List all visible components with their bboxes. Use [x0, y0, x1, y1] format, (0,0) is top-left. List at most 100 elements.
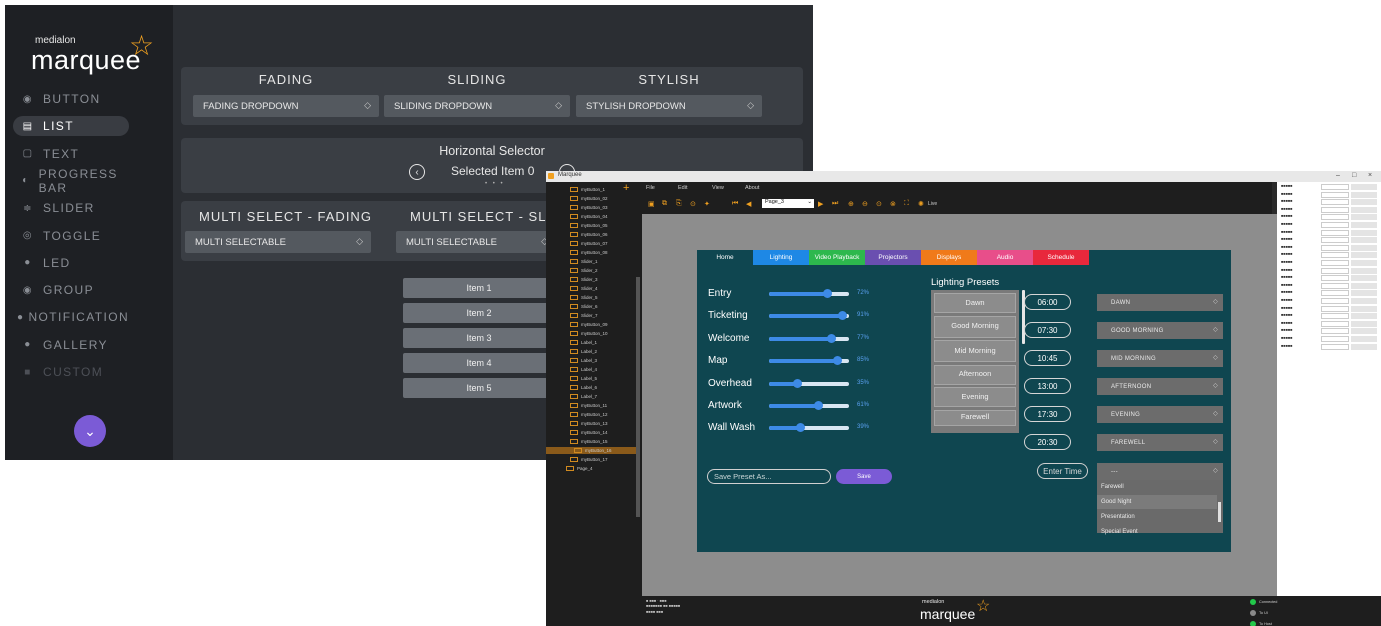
enter-time-input[interactable]: Enter Time: [1037, 463, 1088, 479]
copy-icon[interactable]: ⧉: [662, 200, 667, 208]
preset-button[interactable]: Mid Morning: [934, 340, 1016, 362]
slider-knob[interactable]: [833, 356, 842, 366]
schedule-preset-dropdown[interactable]: MID MORNING ◇: [1097, 350, 1223, 367]
binoculars-icon[interactable]: ⊙: [690, 200, 696, 208]
tree-item[interactable]: Label_2: [570, 348, 597, 355]
zoom-fit-icon[interactable]: ⊙: [876, 200, 882, 208]
chevron-left-icon[interactable]: ‹: [409, 164, 425, 180]
tree-item[interactable]: myButton_02: [570, 195, 608, 202]
multi-select-dropdown[interactable]: MULTI SELECTABLE ◇: [185, 231, 371, 253]
property-value[interactable]: [1321, 206, 1349, 213]
tree-item[interactable]: myButton_15: [570, 438, 608, 445]
tree-item[interactable]: myButton_10: [570, 330, 608, 337]
last-page-icon[interactable]: ⏭: [832, 200, 838, 208]
slider-knob[interactable]: [837, 311, 847, 321]
maximize-icon[interactable]: □: [1352, 172, 1356, 179]
property-value[interactable]: [1321, 214, 1349, 221]
tab-audio[interactable]: Audio: [977, 250, 1033, 265]
nav-item-text[interactable]: ▢ TEXT: [13, 144, 129, 164]
next-page-icon[interactable]: ▶: [818, 200, 823, 208]
schedule-time[interactable]: 10:45: [1024, 350, 1071, 366]
property-value[interactable]: [1321, 260, 1349, 266]
slider-track[interactable]: [769, 311, 849, 321]
prev-page-icon[interactable]: ◀: [746, 200, 751, 208]
nav-item-notification[interactable]: ● NOTIFICATION: [13, 307, 129, 327]
property-value[interactable]: [1321, 222, 1349, 228]
property-value[interactable]: [1321, 320, 1349, 327]
slider-track[interactable]: [769, 401, 849, 410]
slider-knob[interactable]: [813, 401, 823, 410]
dropdown-stylish[interactable]: STYLISH DROPDOWN ◇: [576, 95, 762, 117]
property-value[interactable]: [1321, 184, 1349, 190]
menu-item-edit[interactable]: Edit: [678, 185, 687, 191]
zoom-out-icon[interactable]: ⊖: [862, 200, 868, 208]
list-item[interactable]: Item 2: [403, 303, 555, 323]
preset-button[interactable]: Dawn: [934, 293, 1016, 313]
dropdown-option[interactable]: Special Event: [1097, 525, 1217, 539]
tree-item[interactable]: myButton_1: [570, 186, 605, 193]
tree-item[interactable]: myButton_04: [570, 213, 608, 220]
schedule-preset-dropdown[interactable]: GOOD MORNING ◇: [1097, 322, 1223, 339]
page-select[interactable]: Page_3 ⌄: [762, 199, 814, 208]
live-icon[interactable]: ✺: [918, 200, 924, 208]
save-preset-input[interactable]: Save Preset As...: [707, 469, 831, 484]
tree-item[interactable]: myButton_17: [570, 456, 608, 463]
dropdown-option[interactable]: Good Night: [1097, 495, 1217, 509]
preset-button[interactable]: Good Morning: [934, 315, 1016, 338]
slider-track[interactable]: [769, 289, 849, 298]
schedule-preset-dropdown[interactable]: AFTERNOON ◇: [1097, 378, 1223, 395]
schedule-dropdown-open[interactable]: --- ◇: [1097, 463, 1223, 480]
schedule-preset-dropdown[interactable]: FAREWELL ◇: [1097, 434, 1223, 451]
wand-icon[interactable]: ✦: [704, 200, 710, 208]
slider-track[interactable]: [769, 423, 849, 433]
zoom-reset-icon[interactable]: ⊗: [890, 200, 896, 208]
schedule-preset-dropdown[interactable]: DAWN ◇: [1097, 294, 1223, 311]
dropdown-option[interactable]: Farewell: [1097, 480, 1217, 494]
tree-item[interactable]: Label_6: [570, 384, 597, 391]
menu-item-file[interactable]: File: [646, 185, 655, 191]
property-value[interactable]: [1321, 336, 1349, 342]
property-value[interactable]: [1321, 191, 1349, 198]
property-value[interactable]: [1321, 275, 1349, 282]
tree-item[interactable]: Label_1: [570, 339, 597, 346]
tab-video-playback[interactable]: Video Playback: [809, 250, 865, 265]
nav-item-toggle[interactable]: ◎ TOGGLE: [13, 226, 129, 246]
dropdown-sliding[interactable]: SLIDING DROPDOWN ◇: [384, 95, 570, 117]
tree-item[interactable]: myButton_12: [570, 411, 608, 418]
nav-item-slider[interactable]: ≑ SLIDER: [13, 198, 129, 218]
tree-item[interactable]: Slider_1: [570, 258, 598, 265]
dropdown-fading[interactable]: FADING DROPDOWN ◇: [193, 95, 379, 117]
schedule-time[interactable]: 20:30: [1024, 434, 1071, 450]
nav-item-led[interactable]: ● LED: [13, 253, 129, 273]
tree-item[interactable]: myButton_13: [570, 420, 608, 427]
menu-item-about[interactable]: About: [745, 185, 759, 191]
tree-item[interactable]: myButton_14: [570, 429, 608, 436]
preset-button[interactable]: Evening: [934, 387, 1016, 407]
schedule-time[interactable]: 17:30: [1024, 406, 1071, 422]
tree-item[interactable]: myButton_03: [570, 204, 608, 211]
schedule-preset-dropdown[interactable]: EVENING ◇: [1097, 406, 1223, 423]
add-icon[interactable]: +: [623, 182, 629, 194]
fullscreen-icon[interactable]: ⛶: [904, 200, 909, 208]
slider-knob[interactable]: [826, 333, 836, 343]
property-value[interactable]: [1321, 252, 1349, 259]
dropdown-option[interactable]: Presentation: [1097, 510, 1217, 524]
tree-item[interactable]: myButton_09: [570, 321, 608, 328]
preset-button[interactable]: Farewell: [934, 409, 1016, 426]
tree-item[interactable]: Slider_7: [570, 312, 598, 319]
nav-item-progress-bar[interactable]: ◐ PROGRESS BAR: [13, 167, 129, 195]
tree-item[interactable]: Page_4: [566, 465, 593, 472]
tree-item[interactable]: Label_4: [570, 366, 597, 373]
property-value[interactable]: [1321, 237, 1349, 244]
tab-lighting[interactable]: Lighting: [753, 250, 809, 265]
schedule-time[interactable]: 06:00: [1024, 294, 1071, 310]
tree-scrollbar[interactable]: [636, 277, 640, 517]
schedule-time[interactable]: 07:30: [1024, 322, 1071, 338]
menu-item-view[interactable]: View: [712, 185, 724, 191]
tree-item[interactable]: myButton_11: [570, 402, 607, 409]
slider-track[interactable]: [769, 356, 849, 366]
tree-item[interactable]: myButton_06: [570, 231, 608, 238]
save-icon[interactable]: ▣: [648, 200, 655, 208]
slider-knob[interactable]: [796, 423, 806, 433]
nav-item-group[interactable]: ◉ GROUP: [13, 280, 129, 300]
